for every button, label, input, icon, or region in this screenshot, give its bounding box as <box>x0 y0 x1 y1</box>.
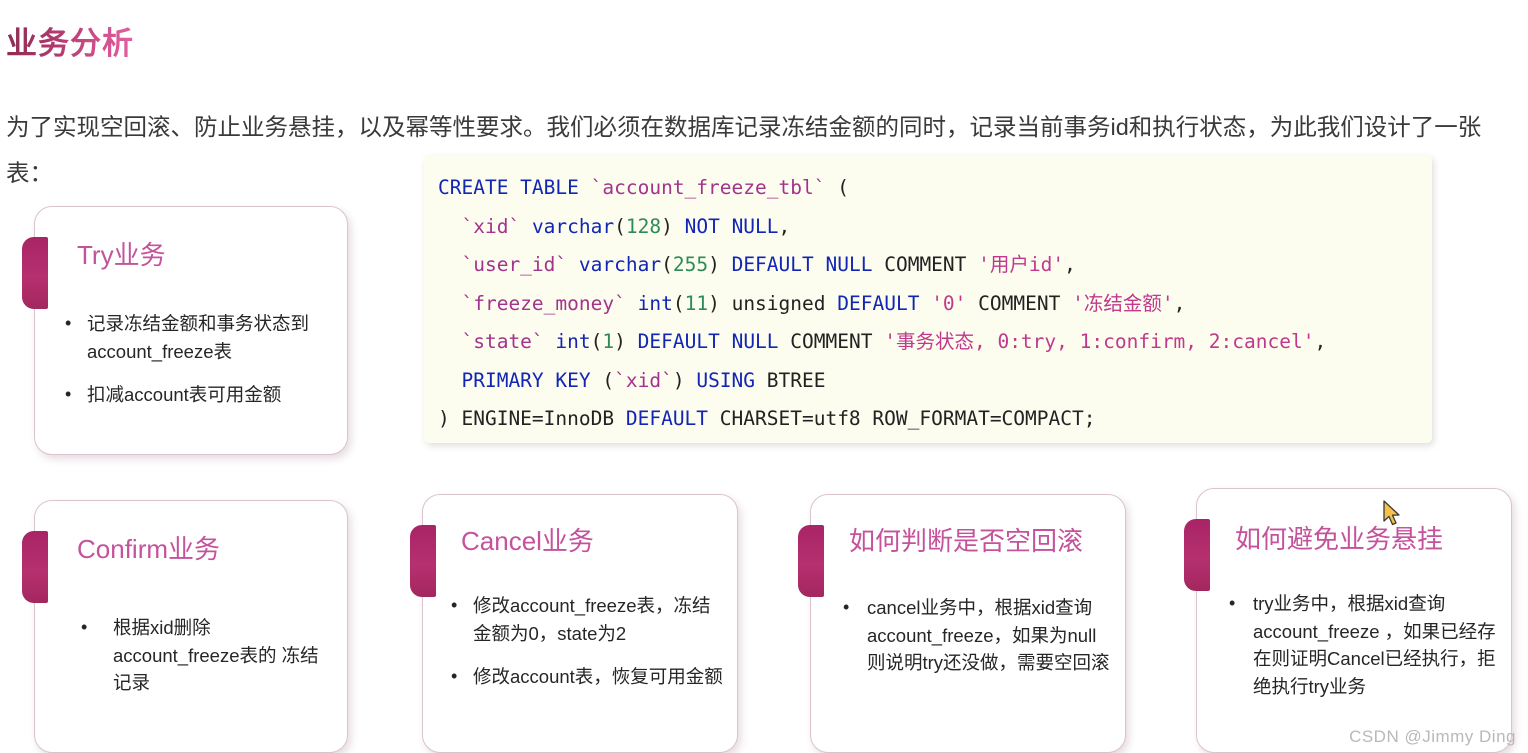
code-line-1: CREATE TABLE `account_freeze_tbl` ( <box>438 176 849 199</box>
list-item: • cancel业务中，根据xid查询account_freeze，如果为nul… <box>837 594 1111 677</box>
bullet-dot-icon: • <box>451 595 458 615</box>
list-item: • 修改account表，恢复可用金额 <box>449 663 723 691</box>
list-item: • 扣减account表可用金额 <box>63 381 331 409</box>
card-confirm-inner: Confirm业务 • 根据xid删除 account_freeze表的 冻结记… <box>35 501 347 752</box>
bullet-dot-icon: • <box>65 313 72 333</box>
card-try-bullets: • 记录冻结金额和事务状态到 account_freeze表 • 扣减accou… <box>63 310 331 409</box>
card-empty-rollback-title: 如何判断是否空回滚 <box>849 526 1084 556</box>
card-try-title: Try业务 <box>77 240 166 270</box>
card-cancel[interactable]: Cancel业务 • 修改account_freeze表，冻结金额为0，stat… <box>410 494 738 753</box>
bullet-dot-icon: • <box>451 666 458 686</box>
bullet-dot-icon: • <box>1229 593 1236 613</box>
code-line-6: PRIMARY KEY (`xid`) USING BTREE <box>461 368 826 392</box>
card-confirm-title: Confirm业务 <box>77 534 221 564</box>
sql-code-block: CREATE TABLE `account_freeze_tbl` ( `xid… <box>424 155 1432 443</box>
bullet-text: cancel业务中，根据xid查询account_freeze，如果为null则… <box>867 597 1110 673</box>
card-empty-rollback[interactable]: 如何判断是否空回滚 • cancel业务中，根据xid查询account_fre… <box>798 494 1126 753</box>
card-try[interactable]: Try业务 • 记录冻结金额和事务状态到 account_freeze表 • 扣… <box>22 206 348 455</box>
bullet-text: 扣减account表可用金额 <box>87 384 282 405</box>
code-line-7: ) ENGINE=InnoDB DEFAULT CHARSET=utf8 ROW… <box>438 407 1096 430</box>
card-avoid-hang-title: 如何避免业务悬挂 <box>1235 524 1444 554</box>
list-item: • try业务中，根据xid查询account_freeze ，如果已经存在则证… <box>1223 590 1497 700</box>
bullet-dot-icon: • <box>65 384 72 404</box>
bullet-dot-icon: • <box>843 597 850 617</box>
card-cancel-title: Cancel业务 <box>461 526 594 556</box>
bullet-dot-icon: • <box>81 617 88 637</box>
card-avoid-hang-inner: 如何避免业务悬挂 • try业务中，根据xid查询account_freeze … <box>1197 489 1511 752</box>
card-cancel-bullets: • 修改account_freeze表，冻结金额为0，state为2 • 修改a… <box>449 592 723 691</box>
card-confirm[interactable]: Confirm业务 • 根据xid删除 account_freeze表的 冻结记… <box>22 500 348 753</box>
bullet-text: 记录冻结金额和事务状态到 account_freeze表 <box>87 313 310 362</box>
bullet-text: try业务中，根据xid查询account_freeze ，如果已经存在则证明C… <box>1253 593 1496 697</box>
bullet-text: 修改account表，恢复可用金额 <box>473 666 723 687</box>
list-item: • 根据xid删除 account_freeze表的 冻结记录 <box>63 614 331 697</box>
card-try-inner: Try业务 • 记录冻结金额和事务状态到 account_freeze表 • 扣… <box>35 207 347 454</box>
bullet-text: 根据xid删除 account_freeze表的 冻结记录 <box>113 617 319 693</box>
list-item: • 记录冻结金额和事务状态到 account_freeze表 <box>63 310 331 365</box>
page-title: 业务分析 <box>6 18 134 63</box>
code-line-4: `freeze_money` int(11) unsigned DEFAULT … <box>461 291 1186 315</box>
bullet-text: 修改account_freeze表，冻结金额为0，state为2 <box>473 595 711 644</box>
card-avoid-hang[interactable]: 如何避免业务悬挂 • try业务中，根据xid查询account_freeze … <box>1184 488 1512 753</box>
card-avoid-hang-bullets: • try业务中，根据xid查询account_freeze ，如果已经存在则证… <box>1223 590 1497 700</box>
list-item: • 修改account_freeze表，冻结金额为0，state为2 <box>449 592 723 647</box>
watermark: CSDN @Jimmy Ding <box>1349 727 1516 746</box>
code-line-5: `state` int(1) DEFAULT NULL COMMENT '事务状… <box>461 330 1327 353</box>
card-empty-rollback-inner: 如何判断是否空回滚 • cancel业务中，根据xid查询account_fre… <box>811 495 1125 752</box>
card-cancel-inner: Cancel业务 • 修改account_freeze表，冻结金额为0，stat… <box>423 495 737 752</box>
code-line-2: `xid` varchar(128) NOT NULL, <box>461 214 791 238</box>
code-line-3: `user_id` varchar(255) DEFAULT NULL COMM… <box>461 253 1076 276</box>
card-confirm-bullets: • 根据xid删除 account_freeze表的 冻结记录 <box>63 614 331 697</box>
card-empty-rollback-bullets: • cancel业务中，根据xid查询account_freeze，如果为nul… <box>837 594 1111 677</box>
